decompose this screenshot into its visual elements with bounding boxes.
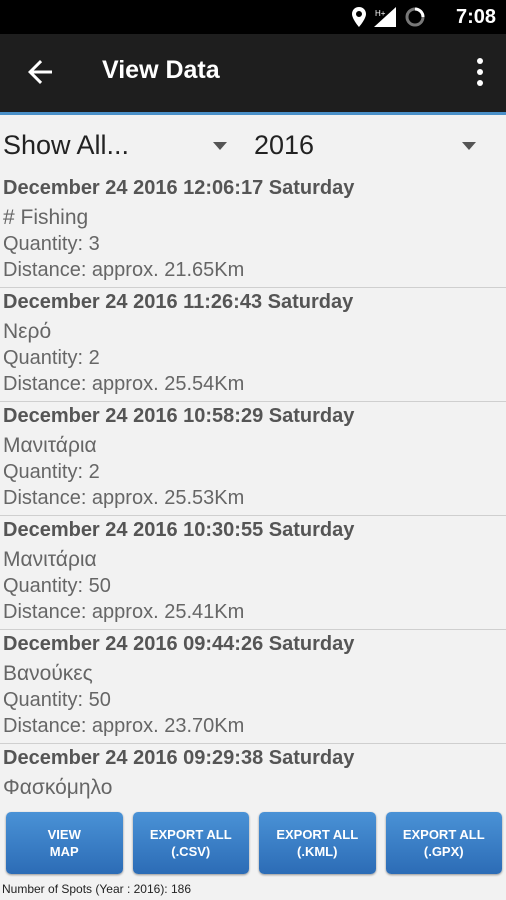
record-distance: Distance: approx. 25.53Km	[3, 487, 245, 509]
accent-divider	[0, 112, 506, 115]
record-distance: Distance: approx. 25.54Km	[3, 373, 245, 395]
category-spinner-value: Show All...	[3, 130, 130, 160]
record-date: December 24 2016 09:29:38 Saturday	[3, 747, 355, 769]
svg-text:H+: H+	[375, 9, 386, 18]
button-label-line1: EXPORT ALL	[276, 827, 359, 842]
list-item[interactable]: December 24 2016 09:29:38 Saturday Φασκό…	[0, 744, 506, 800]
overflow-menu-icon[interactable]	[474, 56, 486, 90]
record-name: Νερό	[3, 320, 52, 343]
record-date: December 24 2016 09:44:26 Saturday	[3, 633, 355, 655]
view-map-button[interactable]: VIEW MAP	[6, 812, 123, 874]
record-quantity: Quantity: 3	[3, 232, 100, 255]
battery-loading-icon	[405, 7, 425, 27]
record-quantity: Quantity: 50	[3, 574, 111, 597]
record-name: # Fishing	[3, 206, 89, 229]
category-spinner[interactable]: Show All...	[3, 130, 231, 161]
app-bar: View Data	[0, 34, 506, 112]
record-date: December 24 2016 10:58:29 Saturday	[3, 405, 355, 427]
chevron-down-icon	[213, 142, 227, 150]
action-buttons: VIEW MAP EXPORT ALL (.CSV) EXPORT ALL (.KML…	[6, 812, 502, 876]
list-item[interactable]: December 24 2016 09:44:26 Saturday Βανού…	[0, 630, 506, 744]
record-date: December 24 2016 12:06:17 Saturday	[3, 177, 355, 199]
list-item[interactable]: December 24 2016 11:26:43 Saturday Νερό …	[0, 288, 506, 402]
record-name: Μανιτάρια	[3, 548, 97, 571]
export-gpx-button[interactable]: EXPORT ALL (.GPX)	[385, 812, 502, 874]
status-time: 7:08	[455, 6, 496, 28]
record-distance: Distance: approx. 25.41Km	[3, 601, 245, 623]
record-name: Φασκόμηλο	[3, 776, 113, 799]
page-title: View Data	[102, 56, 220, 84]
list-item[interactable]: December 24 2016 10:58:29 Saturday Μανιτ…	[0, 402, 506, 516]
year-spinner-value: 2016	[254, 130, 315, 160]
year-spinner[interactable]: 2016	[254, 130, 484, 161]
list-item[interactable]: December 24 2016 10:30:55 Saturday Μανιτ…	[0, 516, 506, 630]
record-quantity: Quantity: 2	[3, 460, 100, 483]
spots-count-summary: Number of Spots (Year : 2016): 186	[2, 882, 191, 896]
button-label-line1: EXPORT ALL	[402, 827, 485, 842]
record-distance: Distance: approx. 21.65Km	[3, 259, 245, 281]
record-name: Μανιτάρια	[3, 434, 97, 457]
export-csv-button[interactable]: EXPORT ALL (.CSV)	[132, 812, 249, 874]
export-kml-button[interactable]: EXPORT ALL (.KML)	[259, 812, 376, 874]
button-label-line2: (.CSV)	[171, 844, 211, 859]
record-distance: Distance: approx. 23.70Km	[3, 715, 245, 737]
button-label-line2: (.GPX)	[423, 844, 464, 859]
record-date: December 24 2016 10:30:55 Saturday	[3, 519, 355, 541]
button-label-line1: VIEW	[47, 827, 81, 842]
button-label-line2: MAP	[49, 844, 79, 859]
status-icons: H+	[352, 6, 426, 28]
records-list[interactable]: December 24 2016 12:06:17 Saturday # Fis…	[0, 174, 506, 800]
record-date: December 24 2016 11:26:43 Saturday	[3, 291, 354, 313]
location-icon	[352, 7, 366, 27]
button-label-line1: EXPORT ALL	[149, 827, 232, 842]
back-arrow-icon[interactable]	[22, 54, 58, 90]
status-bar: H+ 7:08	[0, 0, 506, 34]
list-item[interactable]: December 24 2016 12:06:17 Saturday # Fis…	[0, 174, 506, 288]
filter-bar: Show All... 2016	[0, 118, 506, 174]
record-name: Βανούκες	[3, 662, 93, 685]
chevron-down-icon	[462, 142, 476, 150]
record-quantity: Quantity: 2	[3, 346, 100, 369]
signal-icon: H+	[374, 7, 396, 27]
record-quantity: Quantity: 50	[3, 688, 111, 711]
button-label-line2: (.KML)	[297, 844, 338, 859]
